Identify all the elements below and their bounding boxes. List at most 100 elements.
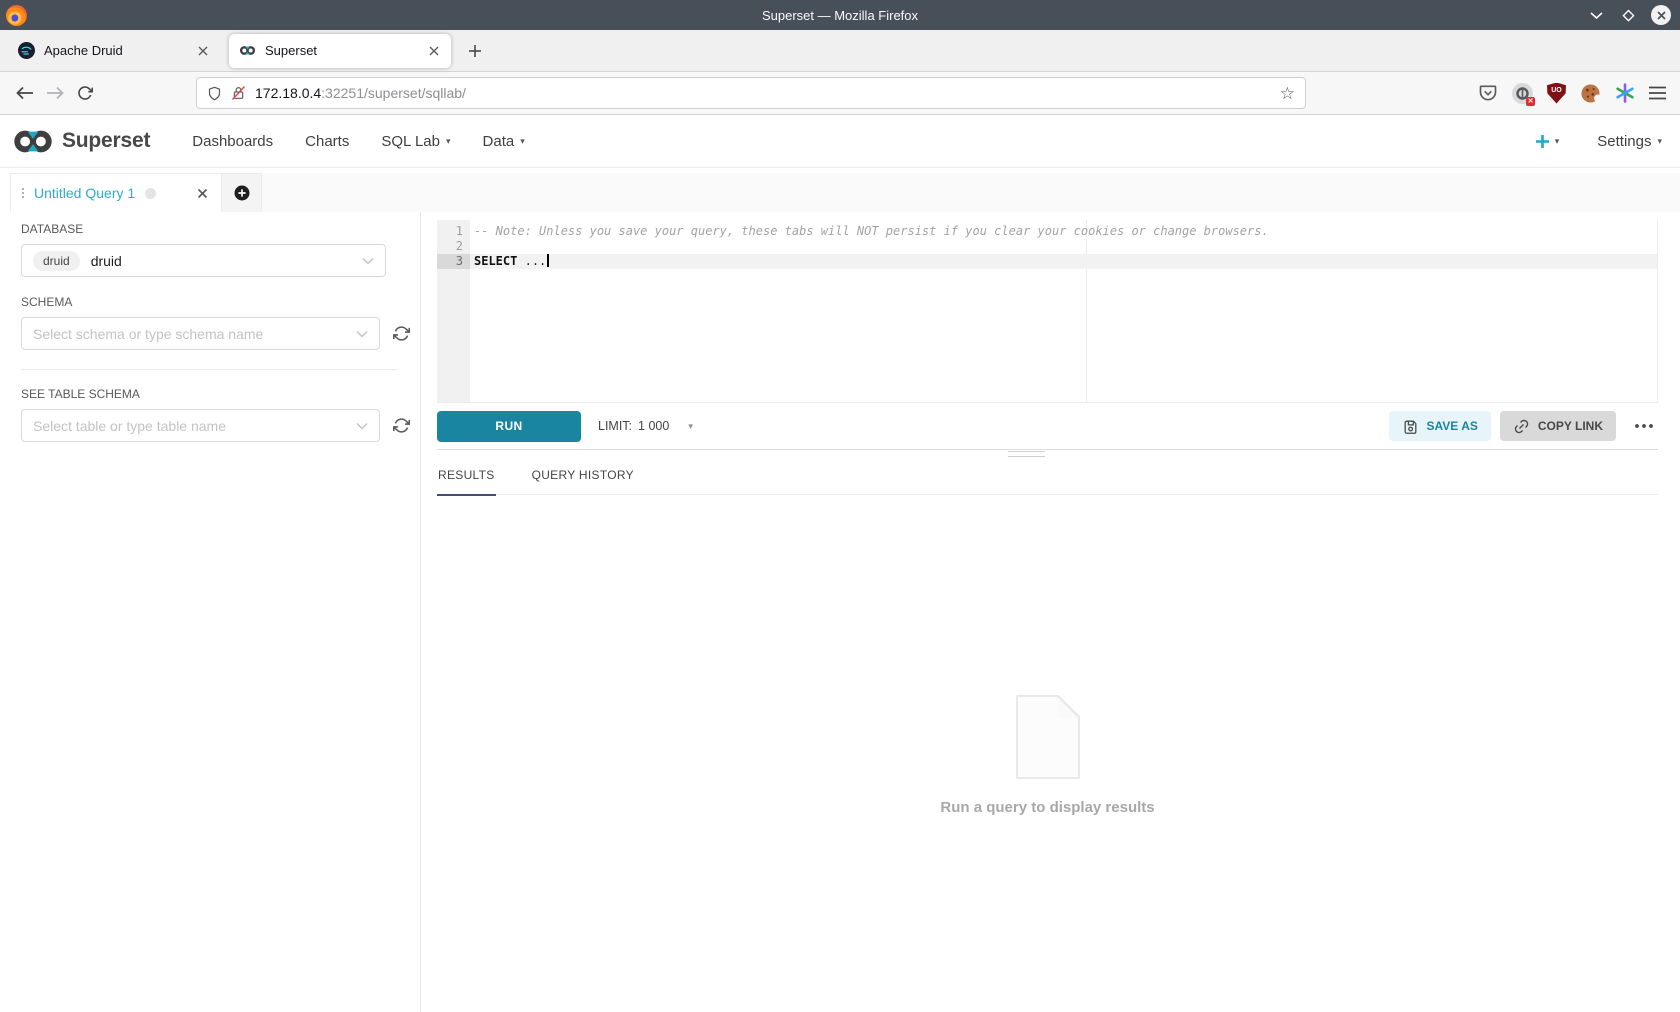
- tab-results[interactable]: RESULTS: [437, 464, 496, 496]
- tab-close-button[interactable]: [192, 40, 214, 62]
- plus-icon: [468, 44, 482, 58]
- limit-value: 1 000: [638, 419, 669, 433]
- close-icon: [197, 188, 208, 199]
- table-select[interactable]: Select table or type table name: [21, 409, 380, 442]
- schema-label: SCHEMA: [21, 295, 412, 309]
- menu-hamburger-icon[interactable]: [1649, 86, 1666, 100]
- chevron-down-icon: [356, 330, 368, 338]
- editor-code-area[interactable]: -- Note: Unless you save your query, the…: [470, 220, 1657, 402]
- refresh-tables-button[interactable]: [390, 415, 412, 437]
- query-tab-strip: Untitled Query 1: [0, 168, 1680, 212]
- caret-down-icon: ▾: [688, 421, 693, 432]
- sql-comment: -- Note: Unless you save your query, the…: [474, 224, 1269, 238]
- database-label: DATABASE: [21, 222, 412, 236]
- reload-button[interactable]: [70, 78, 100, 108]
- druid-favicon-icon: [18, 42, 35, 59]
- schema-select[interactable]: Select schema or type schema name: [21, 317, 380, 350]
- sql-editor[interactable]: 1 2 3 -- Note: Unless you save your quer…: [437, 220, 1658, 403]
- nav-item-data[interactable]: Data▾: [483, 133, 525, 150]
- superset-navbar: Superset Dashboards Charts SQL Lab▾ Data…: [0, 115, 1680, 168]
- table-schema-label: SEE TABLE SCHEMA: [21, 387, 412, 401]
- window-maximize-button[interactable]: [1619, 6, 1637, 24]
- browser-tab-superset[interactable]: Superset: [229, 34, 451, 68]
- tab-strip-spacer: [262, 173, 1680, 212]
- database-select[interactable]: druid druid: [21, 244, 386, 277]
- close-icon: [198, 46, 208, 56]
- results-tab-bar: RESULTS QUERY HISTORY: [437, 464, 1658, 495]
- table-placeholder: Select table or type table name: [33, 418, 226, 434]
- superset-brand[interactable]: Superset: [12, 128, 150, 155]
- nav-label: Dashboards: [192, 133, 273, 150]
- drag-handle-icon[interactable]: [20, 186, 26, 200]
- bookmark-star-icon[interactable]: ☆: [1280, 85, 1295, 102]
- link-icon: [1513, 418, 1530, 435]
- browser-tab-bar: Apache Druid Superset: [0, 30, 1680, 72]
- chevron-down-icon: [356, 422, 368, 430]
- firefox-window: Superset — Mozilla Firefox Apache Druid: [0, 0, 1680, 1012]
- editor-pane: 1 2 3 -- Note: Unless you save your quer…: [421, 212, 1680, 1012]
- query-tab-active[interactable]: Untitled Query 1: [10, 173, 222, 212]
- line-number: 3: [437, 254, 470, 269]
- results-empty-state: Run a query to display results: [437, 695, 1658, 816]
- forward-button[interactable]: [40, 78, 70, 108]
- more-menu-button[interactable]: [1630, 412, 1658, 440]
- limit-dropdown[interactable]: LIMIT: 1 000 ▾: [598, 419, 693, 433]
- editor-toolbar: RUN LIMIT: 1 000 ▾ SAVE AS COPY LINK: [437, 403, 1658, 450]
- url-bar[interactable]: 172.18.0.4:32251/superset/sqllab/ ☆: [196, 77, 1306, 109]
- reload-icon: [77, 85, 93, 101]
- extension-asterisk-icon[interactable]: [1615, 83, 1635, 103]
- diamond-icon: [1621, 8, 1636, 23]
- lock-insecure-icon: [231, 85, 246, 101]
- settings-menu[interactable]: Settings ▾: [1597, 133, 1662, 150]
- save-icon: [1402, 418, 1419, 435]
- toolbar-extensions: ✕ UO: [1478, 83, 1666, 104]
- url-host: 172.18.0.4: [255, 85, 321, 101]
- caret-down-icon: ▾: [1657, 137, 1662, 146]
- empty-state-message: Run a query to display results: [940, 799, 1154, 816]
- add-query-tab-button[interactable]: [222, 173, 262, 212]
- nav-item-dashboards[interactable]: Dashboards: [192, 133, 273, 150]
- brand-name: Superset: [62, 129, 150, 153]
- new-tab-button[interactable]: [459, 35, 491, 67]
- nav-item-sql-lab[interactable]: SQL Lab▾: [381, 133, 450, 150]
- window-minimize-button[interactable]: [1587, 6, 1605, 24]
- refresh-schemas-button[interactable]: [390, 323, 412, 345]
- folded-corner: [1057, 695, 1080, 718]
- save-as-button[interactable]: SAVE AS: [1389, 411, 1491, 441]
- extension-icon[interactable]: ✕: [1512, 83, 1533, 104]
- window-close-button[interactable]: [1651, 5, 1671, 25]
- ublock-shield-icon[interactable]: UO: [1547, 83, 1566, 104]
- query-tab-close-button[interactable]: [193, 184, 211, 202]
- browser-tab-druid[interactable]: Apache Druid: [8, 34, 220, 68]
- sql-keyword: SELECT: [474, 254, 517, 268]
- chevron-down-icon: [1590, 12, 1603, 19]
- shield-icon: [207, 85, 222, 102]
- query-tab-label: Untitled Query 1: [34, 185, 135, 201]
- cookie-icon[interactable]: [1580, 83, 1601, 104]
- nav-item-charts[interactable]: Charts: [305, 133, 349, 150]
- extension-badge: ✕: [1526, 97, 1535, 106]
- document-icon: [1016, 695, 1080, 779]
- superset-logo-icon: [12, 128, 54, 155]
- line-number: 2: [437, 239, 470, 254]
- pane-resize-handle[interactable]: [1008, 451, 1045, 457]
- window-title: Superset — Mozilla Firefox: [0, 8, 1680, 23]
- url-path: :32251/superset/sqllab/: [321, 85, 466, 101]
- sidebar-divider: [21, 369, 397, 370]
- refresh-icon: [393, 417, 410, 434]
- back-button[interactable]: [10, 78, 40, 108]
- database-value: druid: [91, 253, 122, 269]
- nav-label: Charts: [305, 133, 349, 150]
- pocket-icon[interactable]: [1478, 83, 1498, 103]
- new-item-button[interactable]: ▾: [1535, 134, 1560, 149]
- copy-link-button[interactable]: COPY LINK: [1500, 411, 1616, 441]
- tab-query-history[interactable]: QUERY HISTORY: [531, 464, 635, 494]
- plus-circle-icon: [234, 185, 250, 201]
- limit-label: LIMIT:: [598, 419, 632, 433]
- superset-favicon-icon: [239, 42, 256, 59]
- query-status-dot: [145, 188, 156, 199]
- line-number: 1: [437, 224, 470, 239]
- tab-close-button[interactable]: [423, 40, 445, 62]
- sql-lab-sidebar: DATABASE druid druid SCHEMA Select schem…: [0, 212, 421, 1012]
- run-button[interactable]: RUN: [437, 411, 581, 442]
